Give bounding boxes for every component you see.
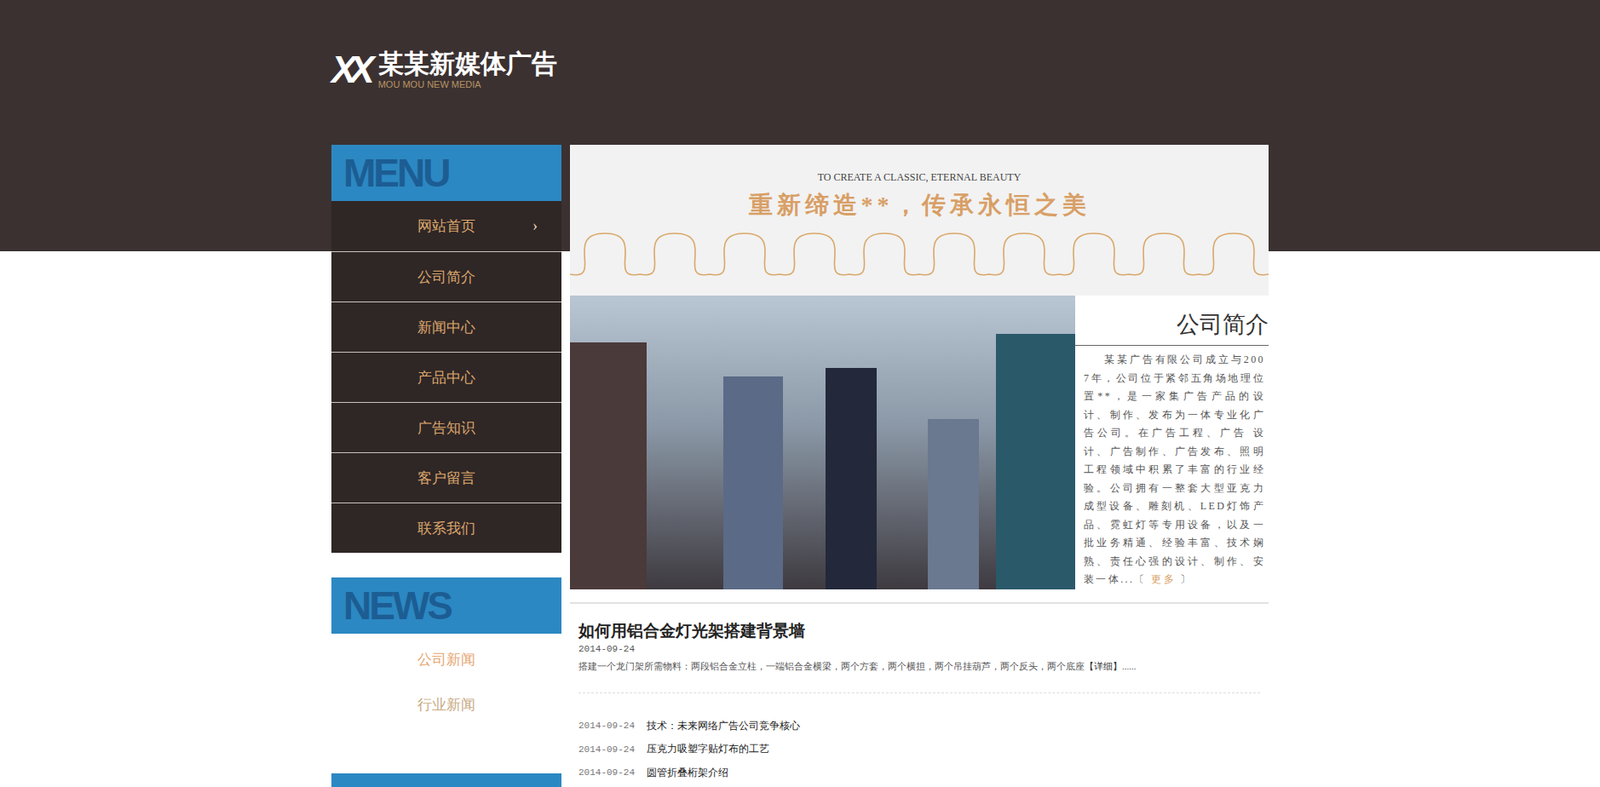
menu-item[interactable]: 客户留言 xyxy=(331,452,562,503)
feature-title[interactable]: 如何用铝合金灯光架搭建背景墙 xyxy=(578,621,1261,642)
about-body: 某某广告有限公司成立与2007年，公司位于紧邻五角场地理位置**，是一家集广告产… xyxy=(1075,351,1269,590)
menu-label: 联系我们 xyxy=(417,518,476,539)
intro-row: 公司简介某某广告有限公司成立与2007年，公司位于紧邻五角场地理位置**，是一家… xyxy=(569,295,1269,590)
feature-news: 如何用铝合金灯光架搭建背景墙 2014-09-24 搭建一个龙门架所需物料：两段铝合… xyxy=(578,604,1261,694)
news-heading: NEWS xyxy=(331,577,562,634)
banner-slogan: 重新缔造**，传承永恒之美 xyxy=(748,189,1091,222)
menu-item[interactable]: 广告知识 xyxy=(331,402,562,453)
banner-eyebrow: TO CREATE A CLASSIC, ETERNAL BEAUTY xyxy=(817,171,1022,185)
menu-item[interactable]: 新闻中心 xyxy=(331,301,562,352)
news-title: 圆管折叠桁架介绍 xyxy=(646,765,729,781)
news-category[interactable]: 公司新闻 xyxy=(417,649,476,671)
banner: TO CREATE A CLASSIC, ETERNAL BEAUTY 重新缔造*… xyxy=(569,144,1269,296)
feature-date: 2014-09-24 xyxy=(578,644,1261,655)
content-wrap: XX某某新媒体广告MOU MOU NEW MEDIAMENU网站首页›公司简介新… xyxy=(331,0,1269,787)
menu-item[interactable]: 公司简介 xyxy=(331,251,562,302)
news-title: 技术：未来网络广告公司竞争核心 xyxy=(646,719,800,734)
logo-mark: XX xyxy=(331,48,375,92)
page: XX某某新媒体广告MOU MOU NEW MEDIAMENU网站首页›公司简介新… xyxy=(0,0,1600,787)
news-categories: 公司新闻行业新闻 xyxy=(331,633,562,742)
sidebar: MENU网站首页›公司简介新闻中心产品中心广告知识客户留言联系我们NEWS公司新… xyxy=(331,144,562,787)
news-date: 2014-09-24 xyxy=(578,720,635,731)
menu-item[interactable]: 产品中心 xyxy=(331,351,562,403)
news-title: 压克力吸塑字贴灯布的工艺 xyxy=(646,742,770,757)
news-row[interactable]: 2014-09-24 技术：未来网络广告公司竞争核心 xyxy=(578,714,1261,739)
news-list: 2014-09-24 技术：未来网络广告公司竞争核心 2014-09-24 压克力吸塑… xyxy=(578,693,1261,787)
menu-label: 客户留言 xyxy=(417,468,476,489)
news-date: 2014-09-24 xyxy=(578,767,635,778)
news-date: 2014-09-24 xyxy=(578,744,635,755)
menu-label: 网站首页 xyxy=(417,216,476,236)
news-category[interactable]: 行业新闻 xyxy=(417,694,476,716)
logo[interactable]: XX某某新媒体广告MOU MOU NEW MEDIA xyxy=(331,46,1269,94)
menu-label: 公司简介 xyxy=(417,267,476,288)
detail-link[interactable]: 【详细】 xyxy=(1084,661,1123,672)
menu-heading: MENU xyxy=(331,144,562,202)
about-title: 公司简介 xyxy=(1075,295,1269,346)
menu-label: 新闻中心 xyxy=(417,317,476,338)
logo-subtitle: MOU MOU NEW MEDIA xyxy=(378,78,558,91)
wave-icon xyxy=(569,230,1269,285)
feature-summary: 搭建一个龙门架所需物料：两段铝合金立柱，一端铝合金横梁，两个方套，两个横担，两个… xyxy=(578,658,1261,674)
city-photo xyxy=(569,295,1076,590)
menu-item[interactable]: 网站首页 › xyxy=(331,201,562,252)
news-row[interactable]: 2014-09-24 圆管折叠桁架介绍 xyxy=(578,761,1261,786)
news-block: 如何用铝合金灯光架搭建背景墙 2014-09-24 搭建一个龙门架所需物料：两段铝合… xyxy=(569,602,1269,787)
columns: MENU网站首页›公司简介新闻中心产品中心广告知识客户留言联系我们NEWS公司新… xyxy=(331,144,1269,787)
menu-label: 产品中心 xyxy=(417,368,476,388)
section-heading xyxy=(331,773,562,787)
menu-item[interactable]: 联系我们 xyxy=(331,502,562,553)
menu: 网站首页 › 公司简介新闻中心产品中心广告知识客户留言联系我们 xyxy=(331,201,562,553)
arrow-icon: › xyxy=(532,217,538,236)
menu-label: 广告知识 xyxy=(417,418,476,438)
about: 公司简介某某广告有限公司成立与2007年，公司位于紧邻五角场地理位置**，是一家… xyxy=(1075,295,1269,590)
logo-text: 某某新媒体广告MOU MOU NEW MEDIA xyxy=(378,49,558,91)
main: TO CREATE A CLASSIC, ETERNAL BEAUTY 重新缔造*… xyxy=(569,144,1269,787)
more-link[interactable]: 更多 xyxy=(1151,573,1176,586)
news-row[interactable]: 2014-09-24 压克力吸塑字贴灯布的工艺 xyxy=(578,737,1261,762)
logo-title: 某某新媒体广告 xyxy=(378,49,558,79)
